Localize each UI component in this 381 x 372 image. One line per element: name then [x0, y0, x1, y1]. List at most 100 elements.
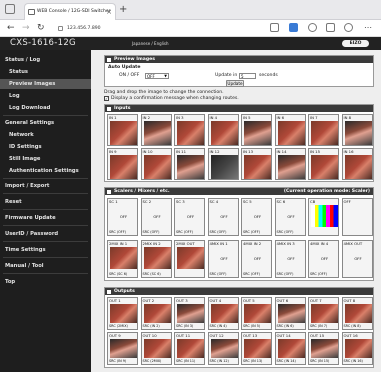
- update-button[interactable]: Update: [226, 80, 244, 87]
- scaler-tile[interactable]: SC 5 OFF SRC (OFF): [241, 198, 272, 236]
- profile-icon[interactable]: [344, 23, 353, 32]
- input-tile[interactable]: IN 8: [341, 114, 373, 146]
- output-tile[interactable]: OUT 6 SRC (IN 6): [274, 297, 306, 330]
- input-tile[interactable]: IN 3: [174, 114, 205, 146]
- site-info-icon[interactable]: [58, 26, 63, 31]
- output-thumbnail: [143, 304, 171, 323]
- input-tile[interactable]: IN 12: [207, 148, 239, 180]
- input-tile[interactable]: IN 14: [274, 148, 306, 180]
- back-icon[interactable]: ←: [7, 23, 15, 33]
- scaler-tile[interactable]: SC 4 OFF SRC (OFF): [207, 198, 239, 236]
- window-menu-icon[interactable]: [5, 4, 15, 14]
- output-tile[interactable]: OUT 1 SRC (2MIX): [107, 297, 138, 330]
- output-tile[interactable]: OUT 8 SRC (IN 8): [341, 297, 373, 330]
- scaler-source: SRC (OFF): [209, 230, 227, 234]
- input-tile[interactable]: IN 7: [308, 114, 339, 146]
- output-tile[interactable]: OUT 2 SRC (IN 2): [140, 297, 172, 330]
- inputs-title: Inputs: [114, 106, 131, 111]
- output-tile[interactable]: OUT 10 SRC (2MIX): [140, 332, 172, 365]
- scaler-tile[interactable]: 2MIX OUT: [174, 240, 205, 278]
- input-label: IN 13: [243, 149, 253, 154]
- favorites-icon[interactable]: [326, 23, 335, 32]
- scaler-tile[interactable]: 2MIX IN 1 SRC (SC 6): [107, 240, 138, 278]
- scaler-source: SRC (OFF): [310, 272, 327, 276]
- sidebar-item-general-settings[interactable]: General Settings: [0, 120, 91, 126]
- auto-update-select[interactable]: OFF ▼: [145, 73, 169, 79]
- update-interval-input[interactable]: 5: [239, 73, 256, 79]
- scaler-tile[interactable]: SC 2 OFF SRC (OFF): [140, 198, 172, 236]
- sidebar-item-firmware-update[interactable]: Firmware Update: [0, 215, 91, 221]
- bookmark-icon[interactable]: [270, 23, 279, 32]
- input-tile[interactable]: IN 2: [140, 114, 172, 146]
- more-menu-icon[interactable]: ⋯: [364, 23, 372, 33]
- input-tile[interactable]: IN 16: [341, 148, 373, 180]
- refresh-icon[interactable]: ↻: [37, 23, 45, 33]
- scaler-tile[interactable]: 4MIX IN 3 OFF SRC (OFF): [274, 240, 306, 278]
- output-tile[interactable]: OUT 4 SRC (IN 4): [207, 297, 239, 330]
- input-label: IN 12: [209, 149, 220, 154]
- sidebar-item-log-download[interactable]: Log Download: [0, 105, 91, 111]
- input-tile[interactable]: IN 13: [241, 148, 272, 180]
- input-tile[interactable]: IN 15: [308, 148, 339, 180]
- language-switch[interactable]: Japanese / English: [132, 37, 169, 50]
- output-tile[interactable]: OUT 12 SRC (IN 12): [207, 332, 239, 365]
- input-tile[interactable]: IN 11: [174, 148, 205, 180]
- address-bar[interactable]: 123.456.7.890: [58, 23, 298, 34]
- sidebar-item-top[interactable]: Top: [0, 279, 91, 285]
- close-tab-icon[interactable]: ×: [106, 4, 112, 20]
- sidebar-item-time-settings[interactable]: Time Settings: [0, 247, 91, 253]
- sidebar-item-status-log[interactable]: Status / Log: [0, 57, 91, 63]
- input-tile[interactable]: IN 6: [274, 114, 306, 146]
- forward-icon[interactable]: →: [22, 23, 30, 33]
- scaler-tile[interactable]: SC 3 OFF SRC (OFF): [174, 198, 205, 236]
- input-tile[interactable]: IN 4: [207, 114, 239, 146]
- output-tile[interactable]: OUT 15 SRC (IN 15): [308, 332, 339, 365]
- sidebar-item-authentication-settings[interactable]: Authentication Settings: [0, 168, 91, 174]
- sidebar-item-status[interactable]: Status: [0, 69, 91, 75]
- sidebar: Status / Log Status Preview Images Log L…: [0, 50, 91, 372]
- output-tile[interactable]: OUT 13 SRC (IN 13): [241, 332, 272, 365]
- output-tile[interactable]: OUT 5 SRC (IN 5): [241, 297, 272, 330]
- browser-tab[interactable]: WEB Console / 12G-SDI Switcher ×: [24, 3, 116, 20]
- sidebar-item-reset[interactable]: Reset: [0, 199, 91, 205]
- output-tile[interactable]: OUT 16 SRC (IN 16): [341, 332, 373, 365]
- input-label: IN 4: [209, 115, 218, 120]
- scaler-tile[interactable]: 4MIX IN 1 OFF SRC (OFF): [207, 240, 239, 278]
- sync-icon[interactable]: [308, 23, 317, 32]
- new-tab-icon[interactable]: +: [119, 3, 127, 17]
- output-tile[interactable]: OUT 7 SRC (IN 7): [308, 297, 339, 330]
- input-tile[interactable]: IN 5: [241, 114, 272, 146]
- scaler-state: OFF: [220, 214, 228, 219]
- sidebar-item-log[interactable]: Log: [0, 93, 91, 99]
- sidebar-item-userid-password[interactable]: UserID / Password: [0, 231, 91, 237]
- sidebar-item-id-settings[interactable]: ID Settings: [0, 144, 91, 150]
- output-thumbnail: [311, 339, 338, 358]
- sidebar-item-import-export[interactable]: Import / Export: [0, 183, 91, 189]
- input-tile[interactable]: IN 1: [107, 114, 138, 146]
- scaler-tile[interactable]: 4MIX IN 2 OFF SRC (OFF): [241, 240, 272, 278]
- output-source: SRC (IN 12): [209, 359, 229, 363]
- confirm-checkbox[interactable]: ✓: [104, 96, 109, 101]
- output-tile[interactable]: OUT 9 SRC (IN 9): [107, 332, 138, 365]
- sidebar-item-still-image[interactable]: Still Image: [0, 156, 91, 162]
- scaler-tile[interactable]: CB: [308, 198, 339, 236]
- output-thumbnail: [110, 304, 137, 323]
- chevron-down-icon: ▼: [164, 74, 167, 78]
- scaler-tile[interactable]: SC 6 OFF SRC (OFF): [274, 198, 306, 236]
- sidebar-item-network[interactable]: Network: [0, 132, 91, 138]
- scaler-label: CB: [310, 199, 316, 204]
- scaler-tile[interactable]: 4MIX IN 4 OFF SRC (OFF): [308, 240, 339, 278]
- scaler-tile[interactable]: 2MIX IN 2 SRC (SC 6): [140, 240, 172, 278]
- output-tile[interactable]: OUT 14 SRC (IN 14): [274, 332, 306, 365]
- output-tile[interactable]: OUT 3 SRC (IN 3): [174, 297, 205, 330]
- extension-icon[interactable]: [289, 23, 298, 32]
- input-tile[interactable]: IN 9: [107, 148, 138, 180]
- sidebar-item-preview-images[interactable]: Preview Images: [0, 79, 91, 89]
- output-tile[interactable]: OUT 11 SRC (IN 11): [174, 332, 205, 365]
- scaler-tile[interactable]: SC 1 OFF SRC (OFF): [107, 198, 138, 236]
- input-tile[interactable]: IN 10: [140, 148, 172, 180]
- input-label: IN 16: [343, 149, 354, 154]
- sidebar-item-manual-tool[interactable]: Manual / Tool: [0, 263, 91, 269]
- scaler-tile[interactable]: 4MIX OUT OFF: [341, 240, 373, 278]
- scaler-tile[interactable]: OFF: [341, 198, 373, 236]
